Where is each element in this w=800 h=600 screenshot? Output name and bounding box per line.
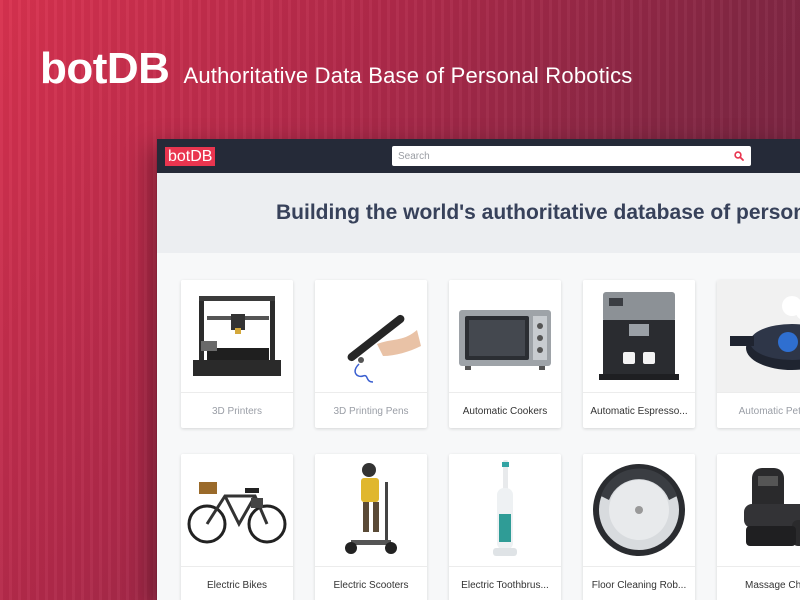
hero-logo: botDB	[40, 44, 170, 93]
3d-printer-icon	[181, 280, 293, 392]
category-label: 3D Printing Pens	[315, 392, 427, 428]
category-label: Floor Cleaning Rob...	[583, 566, 695, 600]
category-label: Electric Bikes	[181, 566, 293, 600]
search-bar	[392, 146, 751, 166]
category-card-electric-bikes[interactable]: Electric Bikes	[181, 454, 293, 600]
app-window: botDB Building the world's authoritative…	[157, 139, 800, 600]
hero-tagline: Authoritative Data Base of Personal Robo…	[183, 63, 633, 88]
category-label: Automatic Cookers	[449, 392, 561, 428]
category-card-automatic-cookers[interactable]: Automatic Cookers	[449, 280, 561, 428]
category-label: Automatic Pet Fe	[717, 392, 800, 428]
oven-icon	[449, 280, 561, 392]
category-label: Electric Scooters	[315, 566, 427, 600]
page-title: Building the world's authoritative datab…	[276, 201, 800, 224]
category-card-electric-toothbrushes[interactable]: Electric Toothbrus...	[449, 454, 561, 600]
search-icon[interactable]	[732, 149, 746, 163]
category-card-electric-scooters[interactable]: Electric Scooters	[315, 454, 427, 600]
category-card-3d-printing-pens[interactable]: 3D Printing Pens	[315, 280, 427, 428]
category-grid: 3D Printers 3D Printing Pens Automatic C…	[157, 253, 800, 600]
search-input[interactable]	[392, 146, 732, 166]
robot-vacuum-icon	[583, 454, 695, 566]
bicycle-icon	[181, 454, 293, 566]
banner: Building the world's authoritative datab…	[157, 173, 800, 253]
category-label: Electric Toothbrus...	[449, 566, 561, 600]
category-card-3d-printers[interactable]: 3D Printers	[181, 280, 293, 428]
3d-pen-icon	[315, 280, 427, 392]
toothbrush-icon	[449, 454, 561, 566]
category-label: 3D Printers	[181, 392, 293, 428]
top-navbar: botDB	[157, 139, 800, 173]
category-label: Automatic Espresso...	[583, 392, 695, 428]
espresso-machine-icon	[583, 280, 695, 392]
category-label: Massage Chai	[717, 566, 800, 600]
hero-header: botDB Authoritative Data Base of Persona…	[40, 44, 633, 94]
app-logo[interactable]: botDB	[165, 147, 216, 166]
category-card-massage-chairs[interactable]: Massage Chai	[717, 454, 800, 600]
category-card-automatic-espresso[interactable]: Automatic Espresso...	[583, 280, 695, 428]
scooter-icon	[315, 454, 427, 566]
massage-chair-icon	[717, 454, 800, 566]
category-card-floor-cleaning-robots[interactable]: Floor Cleaning Rob...	[583, 454, 695, 600]
category-card-automatic-pet-feeders[interactable]: Automatic Pet Fe	[717, 280, 800, 428]
pet-feeder-icon	[717, 280, 800, 392]
